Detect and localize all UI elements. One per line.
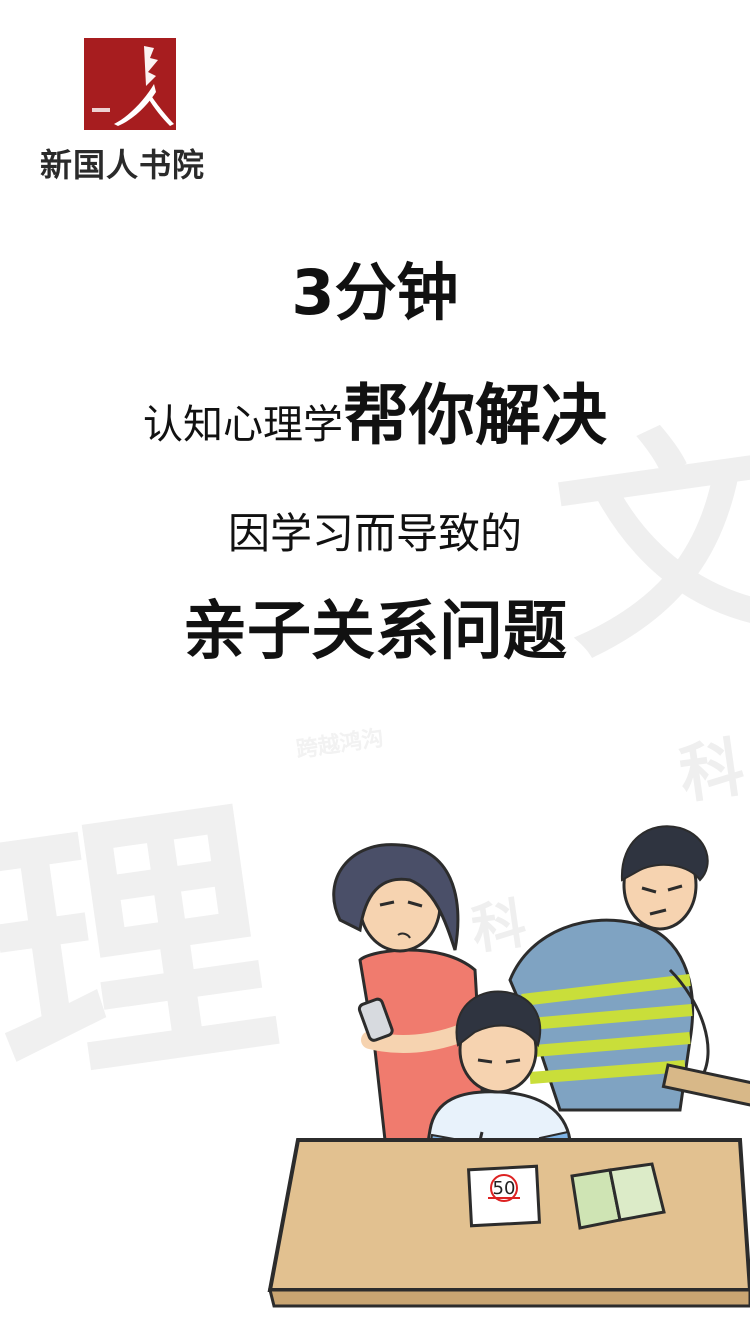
headline-topic: 亲子关系问题	[183, 595, 567, 669]
brand-logo-icon	[84, 38, 176, 130]
paper-score: 50	[493, 1178, 516, 1199]
headline-duration: 3分钟	[291, 256, 459, 329]
watermark-char: 理	[0, 769, 292, 1131]
father-figure	[508, 825, 750, 1112]
brand-name: 新国人书院	[40, 146, 206, 184]
headline-cause: 因学习而导致的	[227, 509, 522, 558]
headline-subtitle: 认知心理学帮你解决	[0, 362, 750, 458]
headline-subtitle-emphasis: 帮你解决	[343, 377, 607, 454]
watermark-char: 科	[675, 730, 749, 814]
headline-subtitle-prefix: 认知心理学	[143, 402, 343, 448]
test-paper: 50	[467, 1164, 541, 1228]
watermark-line: 跨越鸿沟	[294, 726, 386, 764]
family-homework-illustration: 50	[260, 810, 750, 1310]
